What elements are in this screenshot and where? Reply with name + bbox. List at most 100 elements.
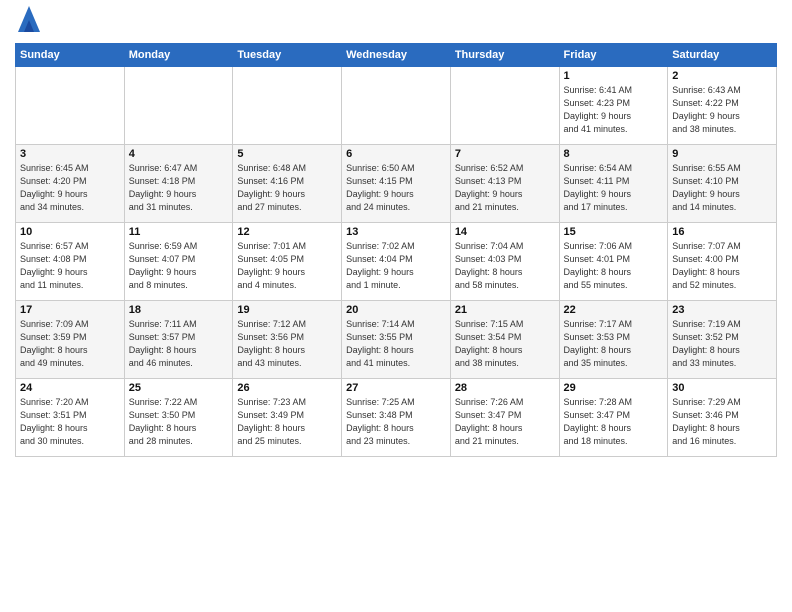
day-info: Sunrise: 7:04 AM Sunset: 4:03 PM Dayligh… (455, 240, 555, 292)
calendar-cell: 21 Sunrise: 7:15 AM Sunset: 3:54 PM Dayli… (450, 301, 559, 379)
day-number: 27 (346, 382, 446, 394)
day-info: Sunrise: 7:19 AM Sunset: 3:52 PM Dayligh… (672, 318, 772, 370)
day-number: 5 (237, 148, 337, 160)
calendar-cell: 1 Sunrise: 6:41 AM Sunset: 4:23 PM Daylig… (559, 67, 668, 145)
day-info: Sunrise: 7:11 AM Sunset: 3:57 PM Dayligh… (129, 318, 229, 370)
calendar-cell: 10Sunrise: 6:57 AM Sunset: 4:08 PM Dayli… (16, 223, 125, 301)
header-saturday: Saturday (668, 44, 777, 67)
calendar-cell: 26 Sunrise: 7:23 AM Sunset: 3:49 PM Dayli… (233, 379, 342, 457)
calendar-week-4: 24 Sunrise: 7:20 AM Sunset: 3:51 PM Dayli… (16, 379, 777, 457)
day-number: 14 (455, 226, 555, 238)
day-info: Sunrise: 7:12 AM Sunset: 3:56 PM Dayligh… (237, 318, 337, 370)
day-info: Sunrise: 7:09 AM Sunset: 3:59 PM Dayligh… (20, 318, 120, 370)
calendar-cell: 22Sunrise: 7:17 AM Sunset: 3:53 PM Dayli… (559, 301, 668, 379)
day-info: Sunrise: 6:59 AM Sunset: 4:07 PM Dayligh… (129, 240, 229, 292)
day-info: Sunrise: 7:20 AM Sunset: 3:51 PM Dayligh… (20, 396, 120, 448)
day-number: 9 (672, 148, 772, 160)
day-number: 22 (564, 304, 664, 316)
day-number: 30 (672, 382, 772, 394)
day-info: Sunrise: 6:41 AM Sunset: 4:23 PM Dayligh… (564, 84, 664, 136)
calendar-cell: 29 Sunrise: 7:28 AM Sunset: 3:47 PM Dayli… (559, 379, 668, 457)
calendar-cell (233, 67, 342, 145)
day-number: 26 (237, 382, 337, 394)
calendar-cell: 27 Sunrise: 7:25 AM Sunset: 3:48 PM Dayli… (342, 379, 451, 457)
page-header (15, 10, 777, 37)
day-number: 7 (455, 148, 555, 160)
day-number: 18 (129, 304, 229, 316)
day-number: 23 (672, 304, 772, 316)
day-number: 20 (346, 304, 446, 316)
calendar-cell: 23 Sunrise: 7:19 AM Sunset: 3:52 PM Dayli… (668, 301, 777, 379)
calendar-cell: 14 Sunrise: 7:04 AM Sunset: 4:03 PM Dayli… (450, 223, 559, 301)
calendar: SundayMondayTuesdayWednesdayThursdayFrid… (15, 43, 777, 457)
day-number: 19 (237, 304, 337, 316)
day-number: 24 (20, 382, 120, 394)
calendar-week-0: 1 Sunrise: 6:41 AM Sunset: 4:23 PM Daylig… (16, 67, 777, 145)
calendar-cell: 7 Sunrise: 6:52 AM Sunset: 4:13 PM Daylig… (450, 145, 559, 223)
calendar-cell: 25 Sunrise: 7:22 AM Sunset: 3:50 PM Dayli… (124, 379, 233, 457)
header-friday: Friday (559, 44, 668, 67)
day-info: Sunrise: 7:15 AM Sunset: 3:54 PM Dayligh… (455, 318, 555, 370)
day-info: Sunrise: 7:29 AM Sunset: 3:46 PM Dayligh… (672, 396, 772, 448)
header-monday: Monday (124, 44, 233, 67)
calendar-cell: 3 Sunrise: 6:45 AM Sunset: 4:20 PM Daylig… (16, 145, 125, 223)
calendar-cell: 11 Sunrise: 6:59 AM Sunset: 4:07 PM Dayli… (124, 223, 233, 301)
day-number: 8 (564, 148, 664, 160)
day-info: Sunrise: 6:47 AM Sunset: 4:18 PM Dayligh… (129, 162, 229, 214)
day-number: 21 (455, 304, 555, 316)
calendar-cell: 6 Sunrise: 6:50 AM Sunset: 4:15 PM Daylig… (342, 145, 451, 223)
day-info: Sunrise: 6:52 AM Sunset: 4:13 PM Dayligh… (455, 162, 555, 214)
calendar-cell: 20 Sunrise: 7:14 AM Sunset: 3:55 PM Dayli… (342, 301, 451, 379)
calendar-cell (16, 67, 125, 145)
calendar-cell: 8 Sunrise: 6:54 AM Sunset: 4:11 PM Daylig… (559, 145, 668, 223)
day-info: Sunrise: 7:26 AM Sunset: 3:47 PM Dayligh… (455, 396, 555, 448)
calendar-cell: 30 Sunrise: 7:29 AM Sunset: 3:46 PM Dayli… (668, 379, 777, 457)
day-info: Sunrise: 6:43 AM Sunset: 4:22 PM Dayligh… (672, 84, 772, 136)
day-number: 25 (129, 382, 229, 394)
day-info: Sunrise: 6:45 AM Sunset: 4:20 PM Dayligh… (20, 162, 120, 214)
calendar-cell: 16Sunrise: 7:07 AM Sunset: 4:00 PM Dayli… (668, 223, 777, 301)
day-info: Sunrise: 7:28 AM Sunset: 3:47 PM Dayligh… (564, 396, 664, 448)
calendar-cell: 17 Sunrise: 7:09 AM Sunset: 3:59 PM Dayli… (16, 301, 125, 379)
calendar-cell: 5 Sunrise: 6:48 AM Sunset: 4:16 PM Daylig… (233, 145, 342, 223)
day-number: 1 (564, 70, 664, 82)
day-number: 6 (346, 148, 446, 160)
day-info: Sunrise: 6:57 AM Sunset: 4:08 PM Dayligh… (20, 240, 120, 292)
header-sunday: Sunday (16, 44, 125, 67)
calendar-cell (124, 67, 233, 145)
day-info: Sunrise: 7:22 AM Sunset: 3:50 PM Dayligh… (129, 396, 229, 448)
day-info: Sunrise: 6:55 AM Sunset: 4:10 PM Dayligh… (672, 162, 772, 214)
calendar-header-row: SundayMondayTuesdayWednesdayThursdayFrid… (16, 44, 777, 67)
day-info: Sunrise: 7:02 AM Sunset: 4:04 PM Dayligh… (346, 240, 446, 292)
day-info: Sunrise: 7:07 AM Sunset: 4:00 PM Dayligh… (672, 240, 772, 292)
day-number: 29 (564, 382, 664, 394)
calendar-cell (450, 67, 559, 145)
calendar-cell (342, 67, 451, 145)
calendar-cell: 28 Sunrise: 7:26 AM Sunset: 3:47 PM Dayli… (450, 379, 559, 457)
header-thursday: Thursday (450, 44, 559, 67)
calendar-week-2: 10Sunrise: 6:57 AM Sunset: 4:08 PM Dayli… (16, 223, 777, 301)
day-number: 11 (129, 226, 229, 238)
day-info: Sunrise: 6:48 AM Sunset: 4:16 PM Dayligh… (237, 162, 337, 214)
header-wednesday: Wednesday (342, 44, 451, 67)
day-number: 15 (564, 226, 664, 238)
day-info: Sunrise: 7:14 AM Sunset: 3:55 PM Dayligh… (346, 318, 446, 370)
day-number: 13 (346, 226, 446, 238)
calendar-week-3: 17 Sunrise: 7:09 AM Sunset: 3:59 PM Dayli… (16, 301, 777, 379)
day-number: 4 (129, 148, 229, 160)
calendar-week-1: 3 Sunrise: 6:45 AM Sunset: 4:20 PM Daylig… (16, 145, 777, 223)
calendar-cell: 9 Sunrise: 6:55 AM Sunset: 4:10 PM Daylig… (668, 145, 777, 223)
calendar-cell: 18 Sunrise: 7:11 AM Sunset: 3:57 PM Dayli… (124, 301, 233, 379)
day-info: Sunrise: 7:06 AM Sunset: 4:01 PM Dayligh… (564, 240, 664, 292)
day-number: 12 (237, 226, 337, 238)
calendar-cell: 4 Sunrise: 6:47 AM Sunset: 4:18 PM Daylig… (124, 145, 233, 223)
day-info: Sunrise: 7:23 AM Sunset: 3:49 PM Dayligh… (237, 396, 337, 448)
calendar-cell: 24 Sunrise: 7:20 AM Sunset: 3:51 PM Dayli… (16, 379, 125, 457)
day-info: Sunrise: 7:25 AM Sunset: 3:48 PM Dayligh… (346, 396, 446, 448)
day-number: 17 (20, 304, 120, 316)
day-number: 3 (20, 148, 120, 160)
day-info: Sunrise: 6:50 AM Sunset: 4:15 PM Dayligh… (346, 162, 446, 214)
day-number: 28 (455, 382, 555, 394)
day-info: Sunrise: 6:54 AM Sunset: 4:11 PM Dayligh… (564, 162, 664, 214)
header-tuesday: Tuesday (233, 44, 342, 67)
